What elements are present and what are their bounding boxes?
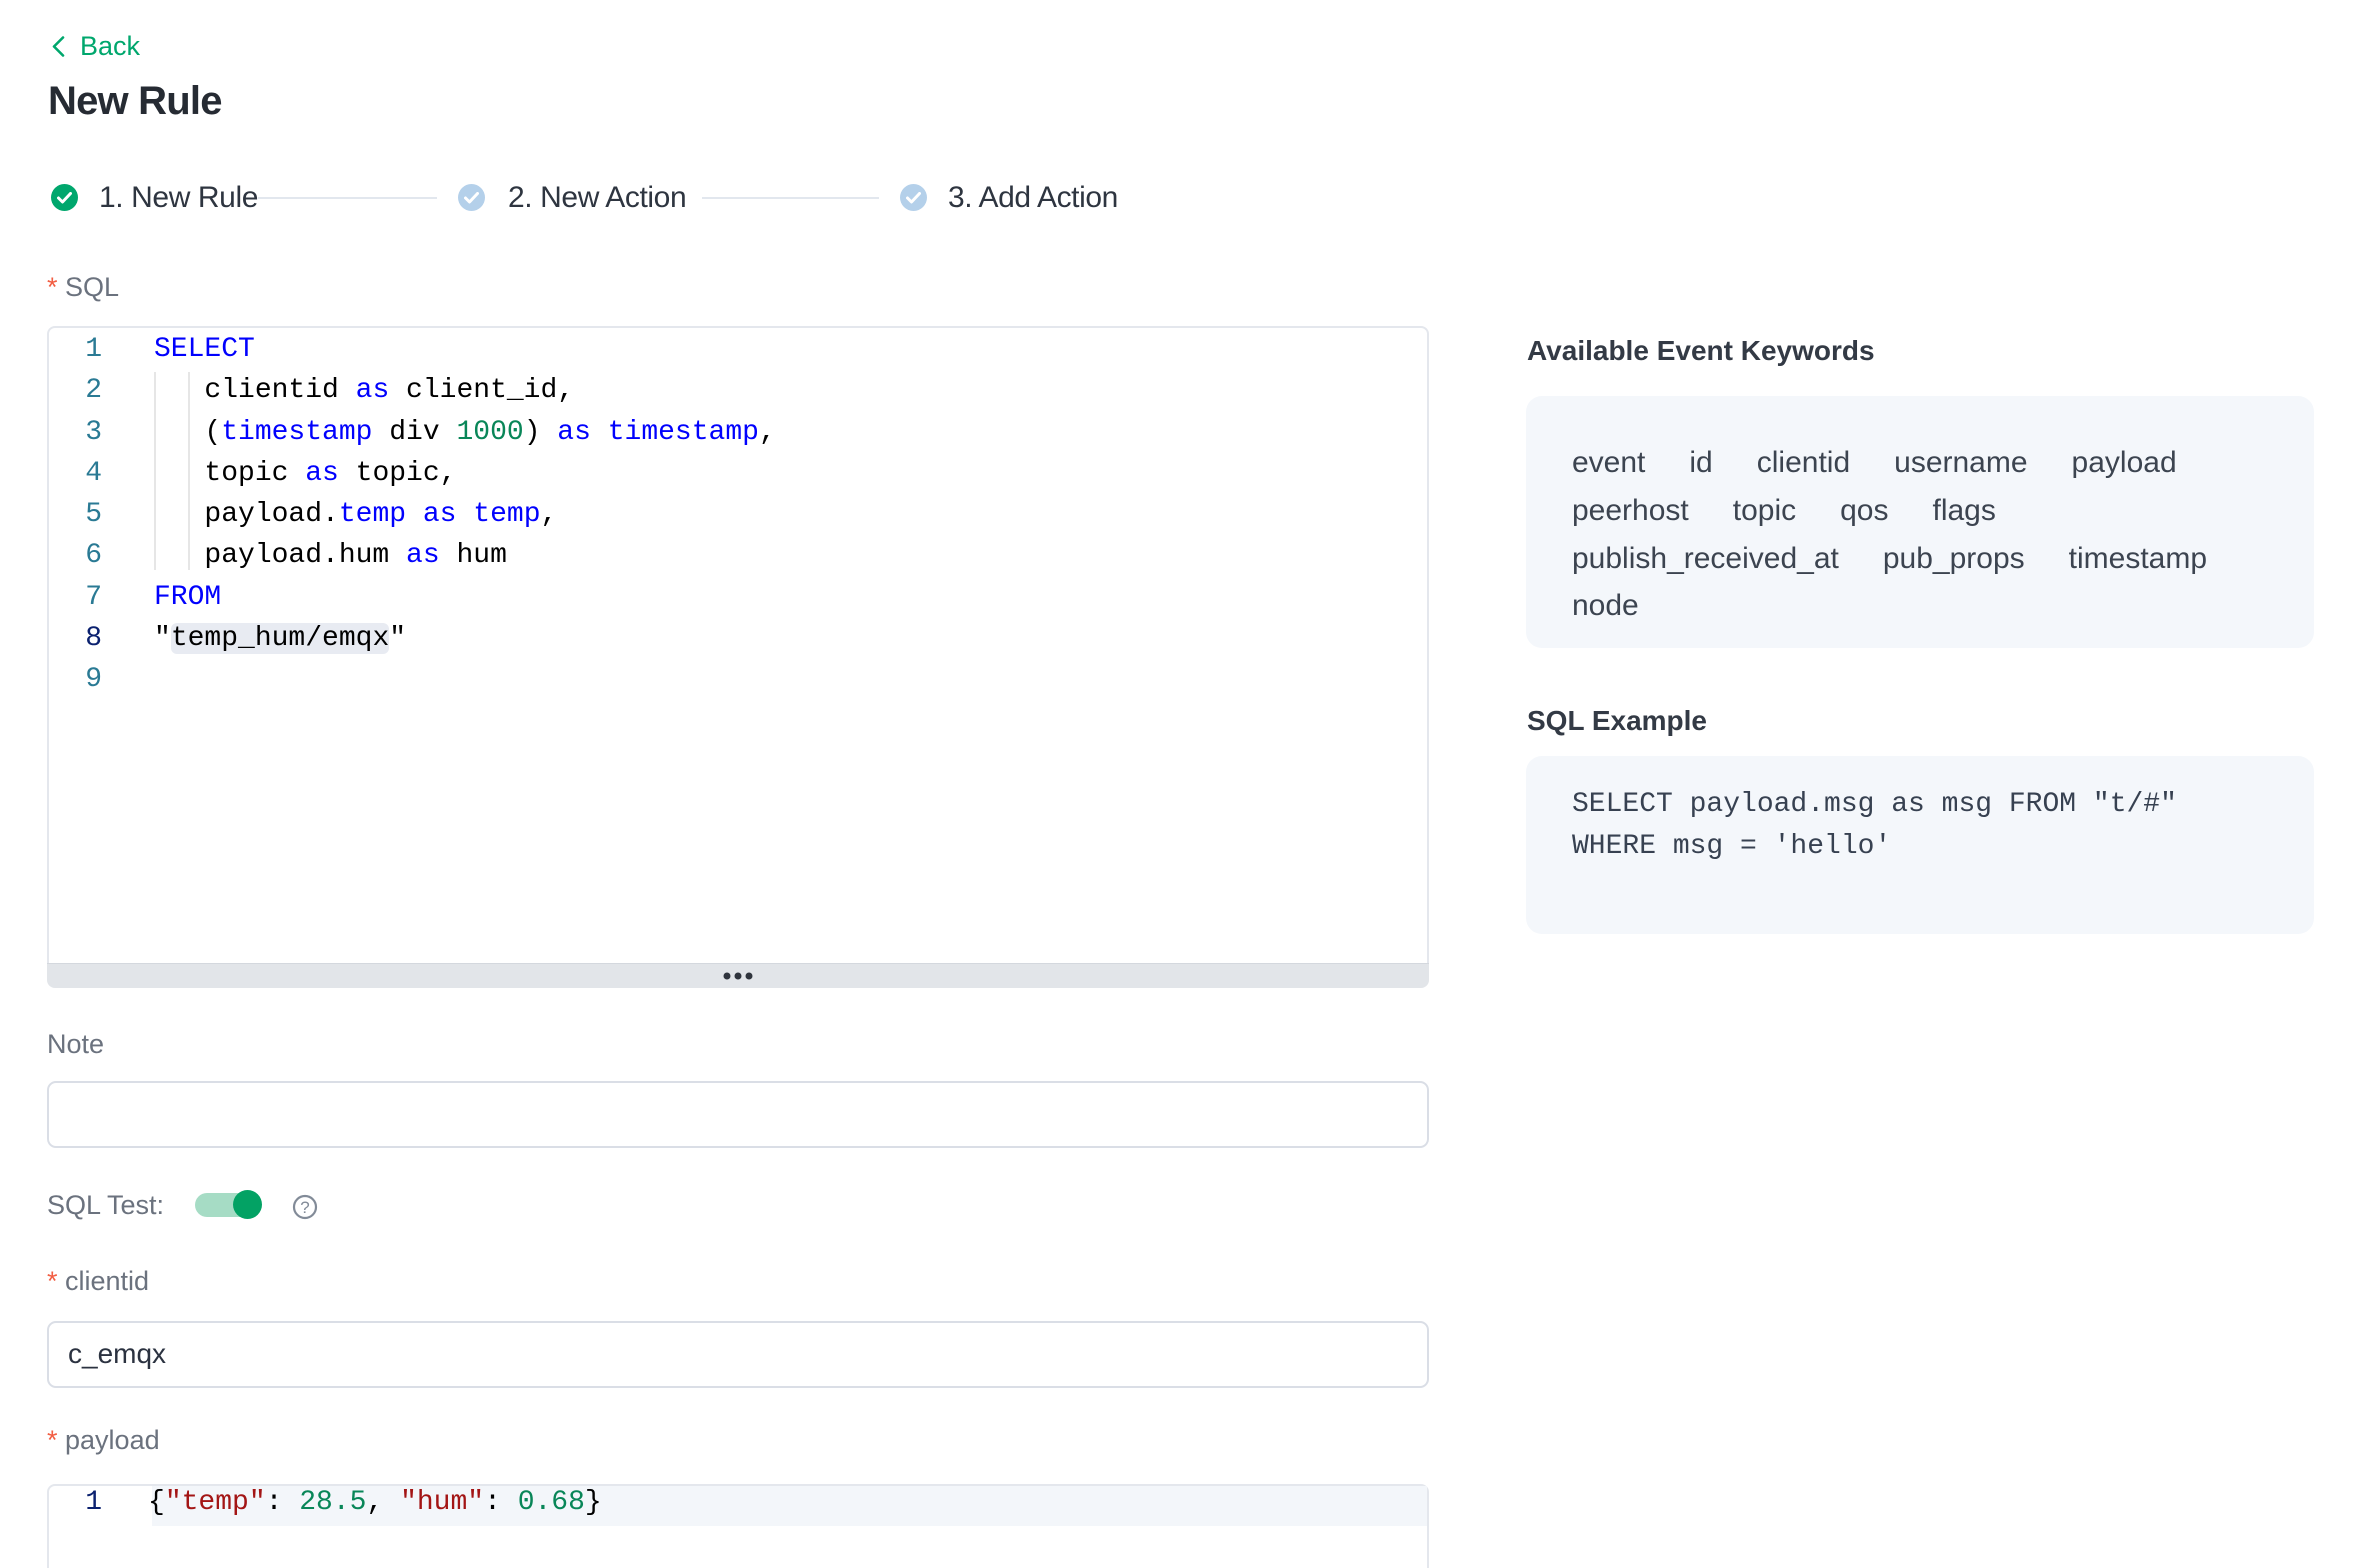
svg-text:?: ? <box>300 1198 309 1217</box>
